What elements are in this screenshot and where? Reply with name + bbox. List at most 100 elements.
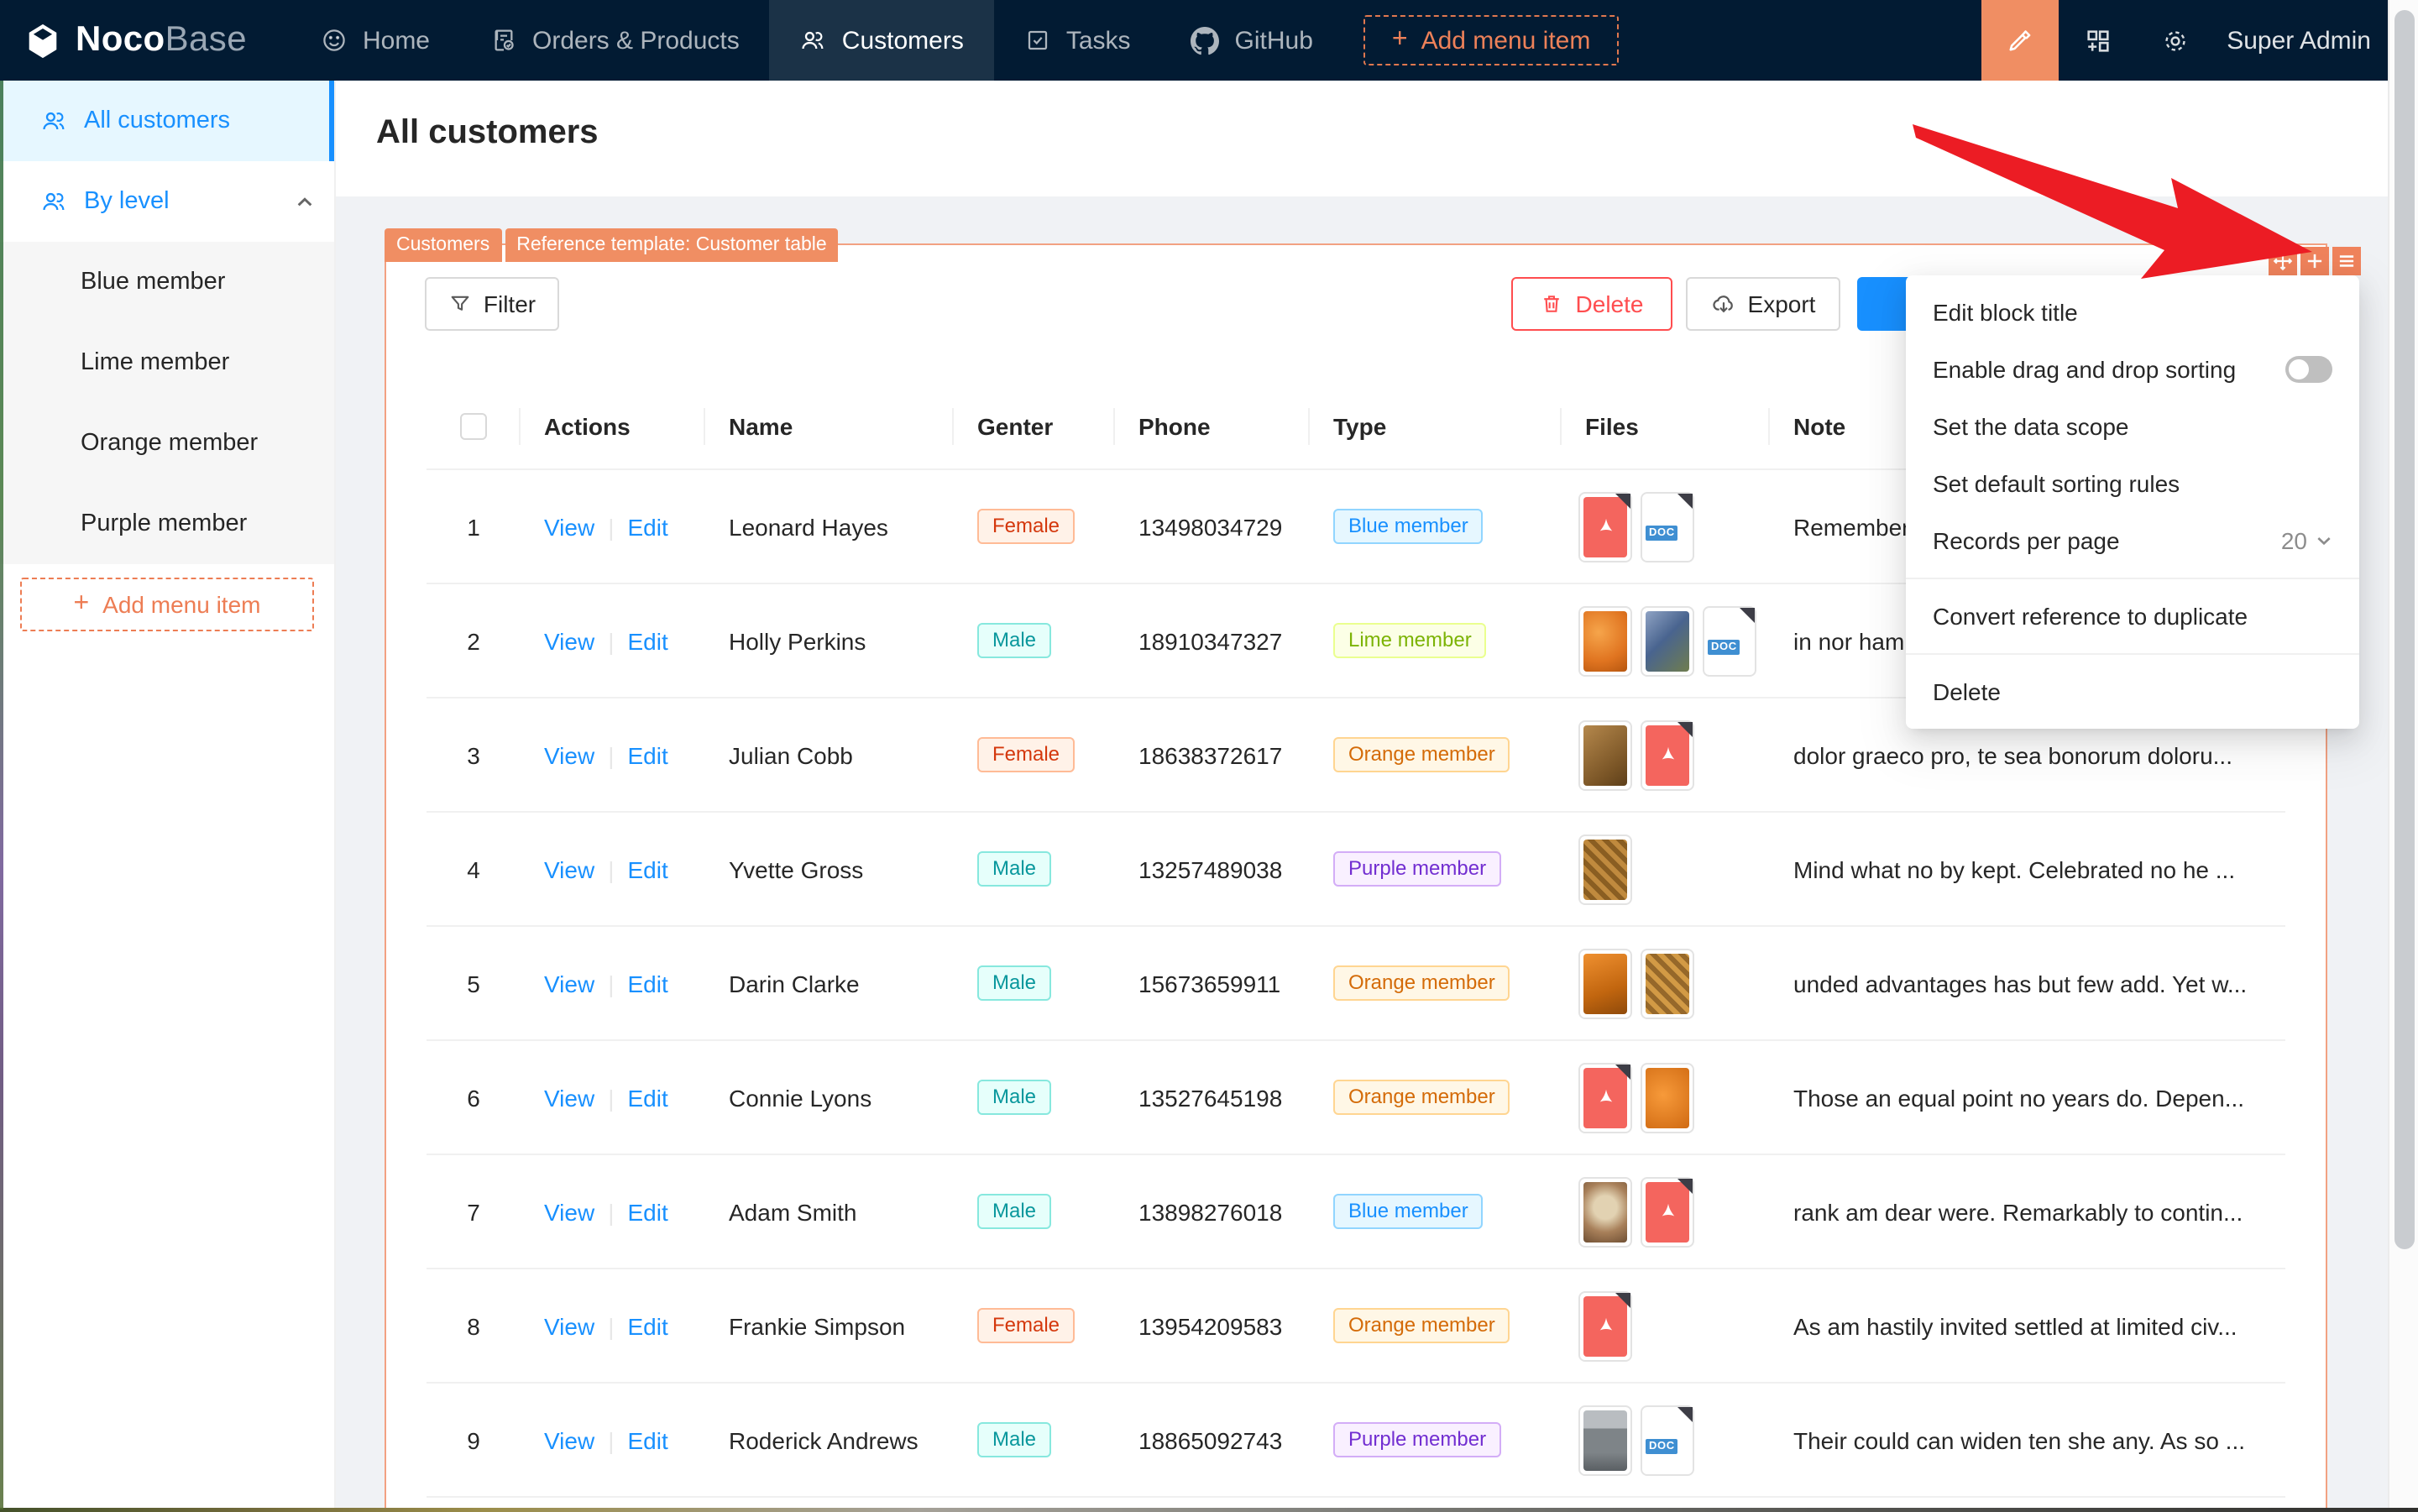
sidebar-item-lime-member[interactable]: Lime member: [0, 322, 334, 403]
note-cell: Their could can widen ten she any. As so…: [1793, 1426, 2246, 1453]
files-cell: [1562, 834, 1770, 904]
sidebar-item-label: Orange member: [81, 430, 259, 457]
sidebar: All customers By level Blue member Lime mem…: [0, 81, 336, 1509]
pdf-file-icon[interactable]: [1641, 719, 1694, 790]
menu-item-enable-drag-and-drop-sorting[interactable]: Enable drag and drop sorting: [1906, 341, 2359, 398]
pdf-file-icon[interactable]: [1641, 1176, 1694, 1247]
nav-item-github[interactable]: GitHub: [1161, 0, 1343, 81]
view-link[interactable]: View: [544, 741, 594, 768]
nav-add-menu-item-button[interactable]: + Add menu item: [1363, 15, 1620, 65]
records-per-page-select[interactable]: 20: [2281, 527, 2332, 554]
view-link[interactable]: View: [544, 970, 594, 997]
row-actions-cell: View | Edit: [521, 513, 705, 540]
sidebar-item-label: All customers: [84, 107, 231, 134]
block-settings-icon[interactable]: [2332, 247, 2361, 275]
pdf-file-icon[interactable]: [1578, 1062, 1632, 1133]
view-link[interactable]: View: [544, 627, 594, 654]
scrollbar-thumb[interactable]: [2394, 10, 2415, 1249]
type-cell: Orange member: [1310, 1308, 1562, 1343]
image-thumbnail[interactable]: [1578, 1405, 1632, 1475]
view-link[interactable]: View: [544, 1198, 594, 1225]
row-actions-cell: View | Edit: [521, 741, 705, 768]
view-link[interactable]: View: [544, 513, 594, 540]
select-all-checkbox[interactable]: [460, 412, 487, 439]
sidebar-item-by-level[interactable]: By level: [0, 161, 334, 242]
menu-divider: [1906, 578, 2359, 579]
file-done-icon: [490, 27, 517, 54]
type-cell: Orange member: [1310, 965, 1562, 1001]
highlighter-icon: [2005, 25, 2035, 55]
nav-item-customers[interactable]: Customers: [769, 0, 994, 81]
nav-item-label: GitHub: [1234, 26, 1313, 55]
nav-item-orders-products[interactable]: Orders & Products: [460, 0, 770, 81]
image-thumbnail[interactable]: [1578, 1176, 1632, 1247]
row-index-cell: 7: [467, 1198, 480, 1225]
sidebar-item-orange-member[interactable]: Orange member: [0, 403, 334, 484]
edit-link[interactable]: Edit: [627, 513, 667, 540]
note-cell: dolor graeco pro, te sea bonorum doloru.…: [1793, 741, 2232, 768]
sidebar-add-menu-item-button[interactable]: + Add menu item: [20, 578, 314, 631]
files-cell: [1562, 1290, 1770, 1361]
sidebar-menu: All customers By level Blue member Lime mem…: [0, 81, 334, 564]
add-block-icon[interactable]: [2300, 247, 2329, 275]
files-cell: [1562, 1176, 1770, 1247]
drag-sort-toggle[interactable]: [2285, 356, 2332, 383]
ui-editor-button[interactable]: [1981, 0, 2059, 81]
view-link[interactable]: View: [544, 1426, 594, 1453]
sidebar-item-purple-member[interactable]: Purple member: [0, 484, 334, 564]
edit-link[interactable]: Edit: [627, 1426, 667, 1453]
pdf-file-icon[interactable]: [1578, 1290, 1632, 1361]
menu-divider: [1906, 653, 2359, 655]
settings-gear-icon[interactable]: [2136, 0, 2213, 81]
edit-link[interactable]: Edit: [627, 741, 667, 768]
block-designer-actions: [2269, 247, 2361, 275]
image-thumbnail[interactable]: [1641, 948, 1694, 1018]
edit-link[interactable]: Edit: [627, 1312, 667, 1339]
export-button[interactable]: Export: [1686, 277, 1840, 331]
menu-item-delete[interactable]: Delete: [1906, 663, 2359, 720]
doc-file-icon[interactable]: DOC: [1641, 491, 1694, 562]
user-menu[interactable]: Super Admin: [2213, 26, 2388, 55]
image-thumbnail[interactable]: [1578, 834, 1632, 904]
vertical-scrollbar[interactable]: [2388, 0, 2418, 1512]
image-thumbnail[interactable]: [1578, 605, 1632, 676]
delete-button[interactable]: Delete: [1511, 277, 1672, 331]
doc-label: DOC: [1646, 525, 1678, 540]
image-thumbnail[interactable]: [1641, 1062, 1694, 1133]
edit-link[interactable]: Edit: [627, 855, 667, 882]
sidebar-item-all-customers[interactable]: All customers: [0, 81, 334, 161]
doc-file-icon[interactable]: DOC: [1641, 1405, 1694, 1475]
edit-link[interactable]: Edit: [627, 1198, 667, 1225]
edit-link[interactable]: Edit: [627, 970, 667, 997]
view-link[interactable]: View: [544, 1084, 594, 1111]
menu-item-convert-reference-to-duplicate[interactable]: Convert reference to duplicate: [1906, 588, 2359, 645]
plus-icon: +: [73, 589, 90, 618]
plugin-manager-icon[interactable]: [2059, 0, 2136, 81]
nocobase-logo[interactable]: Noco Base: [0, 20, 290, 60]
nav-item-home[interactable]: Home: [290, 0, 460, 81]
filter-button[interactable]: Filter: [425, 277, 559, 331]
table-row: 8 View | Edit Frankie Simpson Female 139542095…: [427, 1269, 2285, 1384]
menu-item-set-default-sorting-rules[interactable]: Set default sorting rules: [1906, 455, 2359, 512]
table-row: 9 View | Edit Roderick Andrews Male 1886509274…: [427, 1384, 2285, 1498]
image-thumbnail[interactable]: [1641, 605, 1694, 676]
drag-handle-icon[interactable]: [2269, 247, 2297, 275]
menu-item-set-the-data-scope[interactable]: Set the data scope: [1906, 398, 2359, 455]
gender-cell: Female: [954, 737, 1115, 772]
phone-cell: 18865092743: [1138, 1426, 1283, 1453]
sidebar-item-blue-member[interactable]: Blue member: [0, 242, 334, 322]
nav-item-tasks[interactable]: Tasks: [994, 0, 1161, 81]
pdf-file-icon[interactable]: [1578, 491, 1632, 562]
menu-item-records-per-page[interactable]: Records per page 20: [1906, 512, 2359, 569]
doc-file-icon[interactable]: DOC: [1703, 605, 1756, 676]
table-row: 6 View | Edit Connie Lyons Male 13527645198 Ora…: [427, 1041, 2285, 1155]
view-link[interactable]: View: [544, 855, 594, 882]
menu-item-edit-block-title[interactable]: Edit block title: [1906, 284, 2359, 341]
image-thumbnail[interactable]: [1578, 719, 1632, 790]
edit-link[interactable]: Edit: [627, 627, 667, 654]
phone-cell: 13898276018: [1138, 1198, 1283, 1225]
image-thumbnail[interactable]: [1578, 948, 1632, 1018]
edit-link[interactable]: Edit: [627, 1084, 667, 1111]
sidebar-submenu: Blue member Lime member Orange member Purpl…: [0, 242, 334, 564]
view-link[interactable]: View: [544, 1312, 594, 1339]
